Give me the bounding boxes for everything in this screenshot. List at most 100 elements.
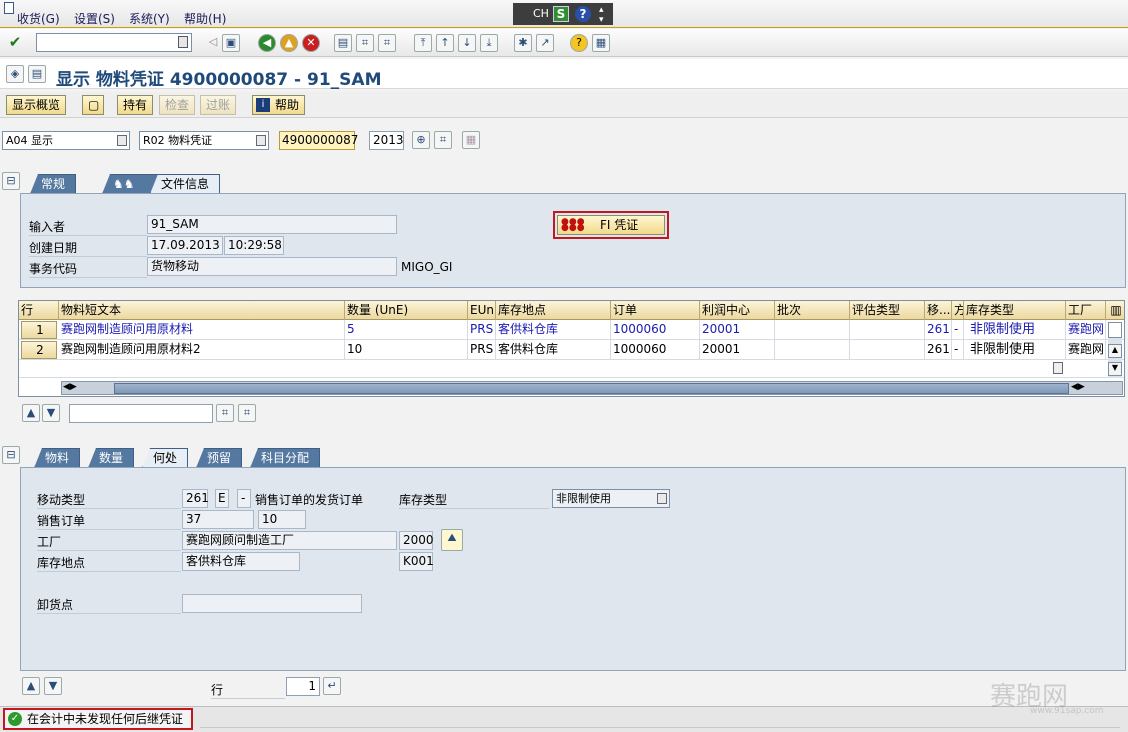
fi-document-button[interactable]: ●●● ●●● FI 凭证 xyxy=(557,215,665,235)
find-next-icon[interactable]: ⌗ xyxy=(238,404,256,422)
column-batch[interactable]: 批次 xyxy=(775,301,850,320)
cell-plant[interactable]: 赛跑网 xyxy=(1066,320,1106,340)
table-row[interactable]: 1 赛跑网制造顾问用原材料 5 PRS 客供料仓库 1000060 20001 … xyxy=(19,320,1124,340)
cell-quantity[interactable]: 5 xyxy=(345,320,468,340)
cell-short-text[interactable]: 赛跑网制造顾问用原材料 xyxy=(59,320,345,340)
find-document-icon[interactable]: ⌗ xyxy=(434,131,452,149)
row-selector[interactable]: 2 xyxy=(21,341,57,359)
grid-search-input[interactable] xyxy=(69,404,213,423)
column-valuation-type[interactable]: 评估类型 xyxy=(850,301,925,320)
display-overview-button[interactable]: 显示概览 xyxy=(6,95,67,115)
tab-vendor[interactable]: ♞♞ xyxy=(102,174,158,194)
tab-quantity[interactable]: 数量 xyxy=(88,448,135,468)
cell-order[interactable]: 1000060 xyxy=(611,340,700,360)
cell-unit[interactable]: PRS xyxy=(468,340,496,360)
cell-plant[interactable]: 赛跑网 xyxy=(1066,340,1106,360)
cell-movement-type[interactable]: 261 xyxy=(925,320,952,340)
sap-s-icon[interactable]: S xyxy=(553,6,569,22)
exit-icon[interactable]: ▲ xyxy=(280,34,298,52)
cell-quantity[interactable]: 10 xyxy=(345,340,468,360)
cell-short-text[interactable]: 赛跑网制造顾问用原材料2 xyxy=(59,340,345,360)
find-icon[interactable]: ⌗ xyxy=(356,34,374,52)
tab-account-assignment[interactable]: 科目分配 xyxy=(250,448,321,468)
column-sloc[interactable]: 库存地点 xyxy=(496,301,611,320)
cell-batch[interactable] xyxy=(775,340,850,360)
cell-direction[interactable]: - xyxy=(952,340,964,360)
line-number-input[interactable]: 1 xyxy=(286,677,320,696)
document-list-icon[interactable]: ▤ xyxy=(28,65,46,83)
cell-sloc[interactable]: 客供料仓库 xyxy=(496,320,611,340)
horizontal-scrollbar[interactable]: ◀▶ xyxy=(61,381,1123,395)
stock-type-dropdown[interactable]: 非限制使用 xyxy=(552,489,670,508)
find-next-icon[interactable]: ⌗ xyxy=(378,34,396,52)
scroll-right-icon[interactable]: ◀▶ xyxy=(1071,382,1085,392)
column-order[interactable]: 订单 xyxy=(611,301,700,320)
cell-movement-type[interactable]: 261 xyxy=(925,340,952,360)
cell-direction[interactable]: - xyxy=(952,320,964,340)
language-code[interactable]: CH xyxy=(533,7,549,20)
cell-stock-type[interactable]: 非限制使用 xyxy=(964,340,1066,360)
filter-icon[interactable]: ▼ xyxy=(42,404,60,422)
next-page-icon[interactable]: ↓ xyxy=(458,34,476,52)
back-icon[interactable]: ◀ xyxy=(258,34,276,52)
menu-help[interactable]: 帮助(H) xyxy=(184,10,226,27)
dropdown-icon[interactable] xyxy=(1053,362,1063,374)
help-button[interactable]: i 帮助 xyxy=(252,95,306,115)
go-to-line-icon[interactable]: ↵ xyxy=(323,677,341,695)
help-icon[interactable]: ? xyxy=(575,6,591,22)
column-stock-type[interactable]: 库存类型 xyxy=(964,301,1066,320)
status-message[interactable]: ✓ 在会计中未发现任何后继凭证 xyxy=(3,708,193,730)
cancel-icon[interactable]: ✕ xyxy=(302,34,320,52)
next-item-icon[interactable]: ▼ xyxy=(44,677,62,695)
scroll-thumb[interactable] xyxy=(114,383,1069,394)
menu-settings[interactable]: 设置(S) xyxy=(74,10,115,27)
document-year-field[interactable]: 2013 xyxy=(369,131,404,150)
tab-reservation[interactable]: 预留 xyxy=(196,448,243,468)
action-dropdown[interactable]: A04 显示 xyxy=(2,131,130,150)
scroll-up-icon[interactable]: ▲ xyxy=(1108,344,1122,358)
vertical-scrollbar[interactable]: ▲ ▼ xyxy=(1108,322,1122,378)
dropdown-icon[interactable] xyxy=(117,135,127,146)
shortcut-icon[interactable]: ↗ xyxy=(536,34,554,52)
menu-goods-receipt[interactable]: 收货(G) xyxy=(17,10,60,27)
help-icon[interactable]: ? xyxy=(570,34,588,52)
dropdown-icon[interactable] xyxy=(256,135,266,146)
previous-item-icon[interactable]: ▲ xyxy=(22,677,40,695)
back-arrow-icon[interactable]: ◁ xyxy=(204,34,222,52)
check-button[interactable]: 检查 xyxy=(159,95,196,115)
scroll-left-icon[interactable]: ◀▶ xyxy=(63,382,77,392)
layout-menu-icon[interactable]: ▦ xyxy=(592,34,610,52)
new-document-button[interactable]: ▢ xyxy=(82,95,104,115)
column-profit-center[interactable]: 利润中心 xyxy=(700,301,775,320)
cell-order[interactable]: 1000060 xyxy=(611,320,700,340)
menu-system[interactable]: 系统(Y) xyxy=(129,10,170,27)
select-all-icon[interactable]: ▲ xyxy=(22,404,40,422)
document-number-field[interactable]: 4900000087 xyxy=(279,131,358,150)
first-page-icon[interactable]: ⤒ xyxy=(414,34,432,52)
post-button[interactable]: 过账 xyxy=(200,95,237,115)
dropdown-icon[interactable] xyxy=(657,493,667,504)
reference-dropdown[interactable]: R02 物料凭证 xyxy=(139,131,269,150)
plant-address-icon[interactable]: ⛰ xyxy=(441,529,463,551)
scroll-thumb[interactable] xyxy=(1108,322,1122,338)
create-session-icon[interactable]: ✱ xyxy=(514,34,532,52)
save-icon[interactable]: ▣ xyxy=(222,34,240,52)
column-direction[interactable]: 方 xyxy=(952,301,964,320)
cell-sloc[interactable]: 客供料仓库 xyxy=(496,340,611,360)
column-unit[interactable]: EUn xyxy=(468,301,496,320)
last-page-icon[interactable]: ⤓ xyxy=(480,34,498,52)
cell-valuation-type[interactable] xyxy=(850,340,925,360)
execute-icon[interactable]: ⊕ xyxy=(412,131,430,149)
tab-material[interactable]: 物料 xyxy=(34,448,81,468)
collapse-detail-icon[interactable]: ⊟ xyxy=(2,446,20,464)
tab-doc-info[interactable]: 文件信息 xyxy=(150,174,221,194)
cell-stock-type[interactable]: 非限制使用 xyxy=(964,320,1066,340)
column-short-text[interactable]: 物料短文本 xyxy=(59,301,345,320)
cell-batch[interactable] xyxy=(775,320,850,340)
column-movement-type[interactable]: 移... xyxy=(925,301,952,320)
row-selector[interactable]: 1 xyxy=(21,321,57,339)
column-settings-icon[interactable]: ▥ xyxy=(1106,301,1124,320)
services-icon[interactable]: ◈ xyxy=(6,65,24,83)
previous-page-icon[interactable]: ↑ xyxy=(436,34,454,52)
enter-check-icon[interactable]: ✔ xyxy=(6,34,24,52)
